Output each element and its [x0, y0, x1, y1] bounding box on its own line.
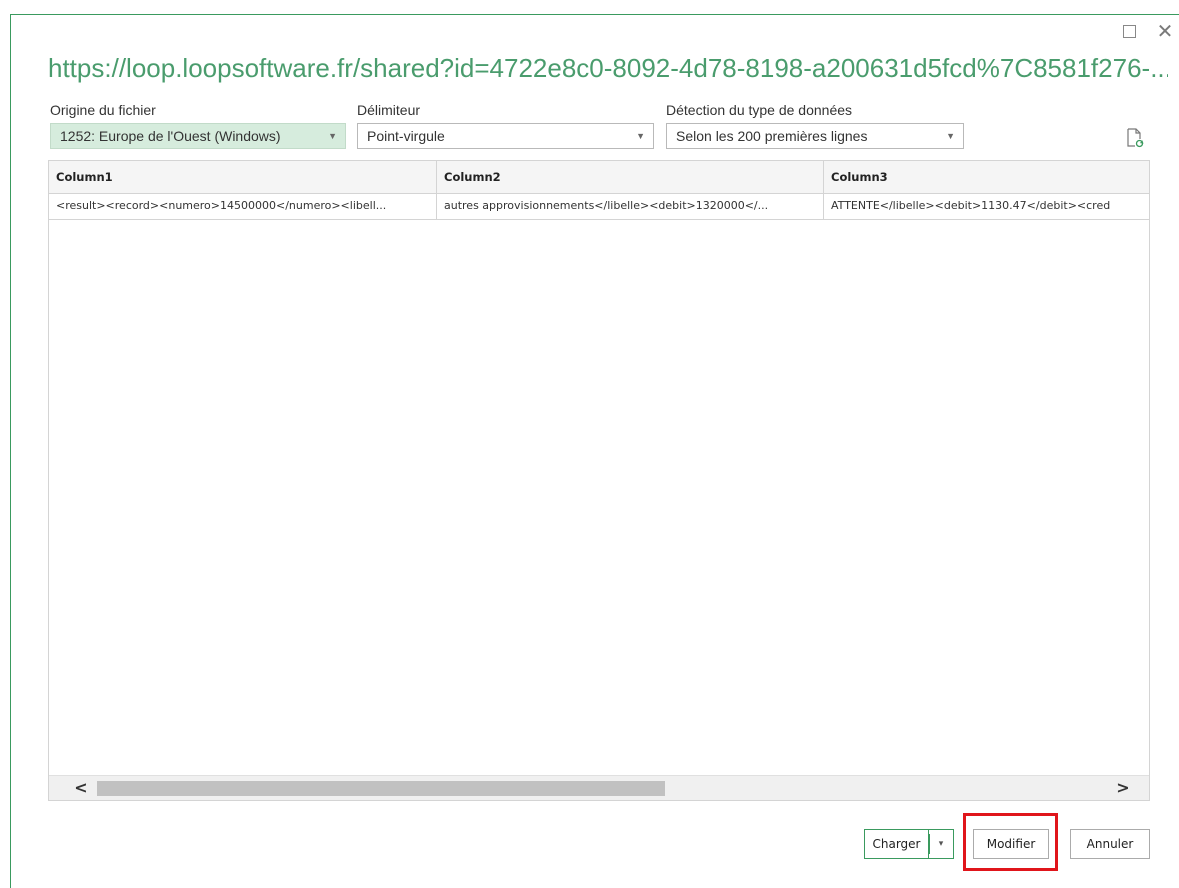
table-row: <result><record><numero>14500000</numero… [49, 193, 1149, 220]
preview-grid[interactable]: Column1 Column2 Column3 <result><record>… [48, 160, 1150, 801]
dialog-title: https://loop.loopsoftware.fr/shared?id=4… [48, 53, 1168, 83]
grid-header: Column1 Column2 Column3 [49, 161, 1149, 194]
load-options-button[interactable]: ▾ [928, 829, 954, 859]
chevron-down-icon: ▼ [328, 131, 337, 141]
column-header-3[interactable]: Column3 [824, 161, 1149, 193]
type-detection-dropdown[interactable]: Selon les 200 premières lignes ▼ [666, 123, 964, 149]
highlight-box [963, 813, 1058, 871]
table-cell: <result><record><numero>14500000</numero… [49, 193, 437, 219]
maximize-button[interactable] [1118, 20, 1140, 42]
chevron-down-icon: ▼ [636, 131, 645, 141]
scroll-left-arrow[interactable]: < [69, 776, 93, 800]
type-detection-label: Détection du type de données [666, 102, 853, 118]
table-cell: ATTENTE</libelle><debit>1130.47</debit><… [831, 199, 1111, 212]
file-origin-value: 1252: Europe de l'Ouest (Windows) [60, 128, 281, 144]
chevron-down-icon: ▾ [938, 839, 944, 849]
delimiter-label: Délimiteur [357, 102, 421, 118]
load-button[interactable]: Charger [864, 829, 928, 859]
cancel-button[interactable]: Annuler [1070, 829, 1150, 859]
file-origin-dropdown[interactable]: 1252: Europe de l'Ouest (Windows) ▼ [50, 123, 346, 149]
column-header-2[interactable]: Column2 [437, 161, 824, 193]
split-divider [929, 834, 930, 854]
horizontal-scrollbar[interactable]: < > [49, 775, 1149, 800]
window-border-top [10, 14, 1179, 15]
maximize-icon [1122, 24, 1136, 38]
close-icon: ✕ [1156, 19, 1174, 43]
column-header-1[interactable]: Column1 [49, 161, 437, 193]
type-detection-value: Selon les 200 premières lignes [676, 128, 868, 144]
scroll-right-arrow[interactable]: > [1111, 776, 1135, 800]
delimiter-dropdown[interactable]: Point-virgule ▼ [357, 123, 654, 149]
refresh-document-icon[interactable] [1126, 128, 1144, 148]
file-origin-label: Origine du fichier [50, 102, 156, 118]
window-border-left [10, 14, 11, 888]
close-button[interactable]: ✕ [1154, 19, 1176, 43]
scrollbar-thumb[interactable] [97, 781, 665, 796]
chevron-down-icon: ▼ [946, 131, 955, 141]
table-cell: autres approvisionnements</libelle><debi… [437, 193, 824, 219]
delimiter-value: Point-virgule [367, 128, 445, 144]
